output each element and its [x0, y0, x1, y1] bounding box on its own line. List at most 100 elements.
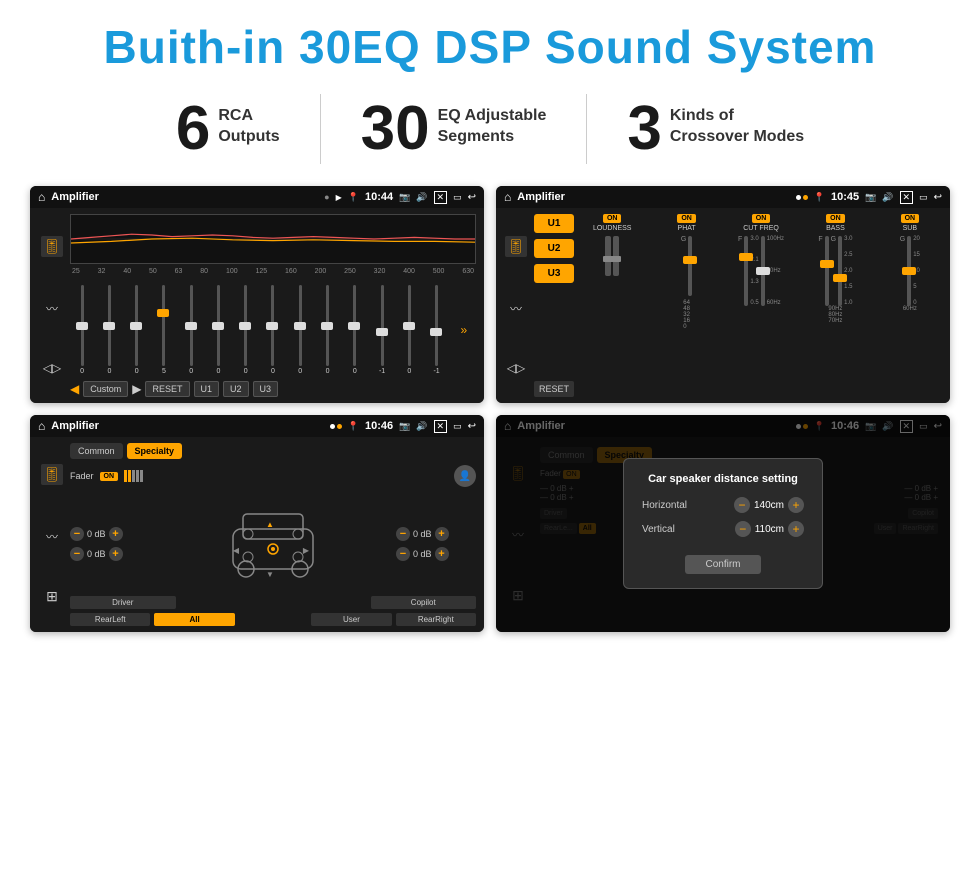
right-bot-plus[interactable]: +	[435, 547, 449, 561]
eq-track-13[interactable]	[435, 285, 438, 366]
speaker-x-icon: ✕	[434, 420, 448, 433]
eq-slider-12: 0	[397, 285, 421, 375]
driver-btn[interactable]: Driver	[70, 596, 176, 609]
eq-track-8[interactable]	[299, 285, 302, 366]
eq-x-icon: ✕	[434, 191, 448, 204]
cross-wave-icon[interactable]: 〰	[510, 300, 522, 317]
eq-track-7[interactable]	[271, 285, 274, 366]
left-top-plus[interactable]: +	[109, 527, 123, 541]
eq-track-4[interactable]	[190, 285, 193, 366]
common-tab[interactable]: Common	[70, 443, 123, 459]
eq-track-1[interactable]	[108, 285, 111, 366]
eq-slider-next: »	[452, 285, 476, 375]
left-bot-plus[interactable]: +	[109, 547, 123, 561]
freq-500: 500	[433, 268, 445, 275]
cross-back-icon: ↩	[934, 192, 942, 203]
cross-content: U1 U2 U3 RESET ON LOUDNESS	[534, 214, 944, 397]
cross-bass-area: F G 3.0 2.5	[818, 236, 852, 306]
speaker-spk-icon[interactable]: ⊞	[46, 588, 58, 605]
cross-screen-title: Amplifier	[517, 191, 790, 203]
cross-loudness-label: LOUDNESS	[593, 225, 632, 232]
eq-track-12[interactable]	[408, 285, 411, 366]
eq-track-0[interactable]	[81, 285, 84, 366]
vertical-minus-btn[interactable]: −	[735, 521, 751, 537]
speaker-wave-icon[interactable]: 〰	[46, 528, 58, 545]
eq-track-2[interactable]	[135, 285, 138, 366]
speaker-screen-wrapper: ⌂ Amplifier 📍 10:46 📷 🔊 ✕ ▭ ↩ 🎚 〰 ⊞	[30, 415, 484, 632]
eq-track-6[interactable]	[244, 285, 247, 366]
fader-on-badge[interactable]: ON	[100, 472, 119, 481]
eq-val-2: 0	[135, 368, 139, 375]
eq-speaker-icon[interactable]: ◁▷	[43, 361, 61, 375]
speaker-time: 10:46	[365, 420, 393, 432]
rearright-btn[interactable]: RearRight	[396, 613, 476, 626]
cross-phat-on[interactable]: ON	[677, 214, 696, 223]
cross-reset-btn[interactable]: RESET	[534, 381, 574, 397]
left-bot-minus[interactable]: −	[70, 547, 84, 561]
eq-next-arrows[interactable]: »	[461, 323, 468, 337]
cross-cutfreq-track2[interactable]	[761, 236, 765, 306]
cross-phat-track[interactable]	[688, 236, 692, 296]
speaker-settings-icon[interactable]: 👤	[454, 465, 476, 487]
vertical-plus-btn[interactable]: +	[788, 521, 804, 537]
specialty-tab[interactable]: Specialty	[127, 443, 183, 459]
freq-63: 63	[175, 268, 183, 275]
cross-bass-track1[interactable]	[825, 236, 829, 306]
copilot-btn[interactable]: Copilot	[371, 596, 477, 609]
user-btn[interactable]: User	[311, 613, 391, 626]
freq-400: 400	[403, 268, 415, 275]
horizontal-minus-btn[interactable]: −	[734, 497, 750, 513]
all-btn[interactable]: All	[154, 613, 234, 626]
eq-track-3[interactable]	[162, 285, 165, 366]
eq-u2-btn[interactable]: U2	[223, 381, 249, 397]
speaker-home-icon: ⌂	[38, 419, 45, 433]
eq-prev-arrow[interactable]: ◀	[70, 382, 79, 396]
eq-u1-btn[interactable]: U1	[194, 381, 220, 397]
eq-slider-5: 0	[206, 285, 230, 375]
eq-slider-4: 0	[179, 285, 203, 375]
speaker-eq-icon[interactable]: 🎚	[41, 464, 63, 485]
cross-bass-on[interactable]: ON	[826, 214, 845, 223]
left-bottom-db: − 0 dB +	[70, 547, 150, 561]
eq-val-5: 0	[217, 368, 221, 375]
eq-track-11[interactable]	[381, 285, 384, 366]
eq-u3-btn[interactable]: U3	[253, 381, 279, 397]
cross-cutfreq-area: F 3.0 2.1 1.3 0.5	[738, 236, 784, 306]
left-top-minus[interactable]: −	[70, 527, 84, 541]
eq-play-btn[interactable]: ▶	[132, 382, 141, 396]
screenshots-grid: ⌂ Amplifier ● ▶ 📍 10:44 📷 🔊 ✕ ▭ ↩ 🎚 〰 ◁▷	[30, 186, 950, 632]
cross-speaker-icon[interactable]: ◁▷	[507, 361, 525, 375]
cross-bass-track2[interactable]	[838, 236, 842, 306]
speaker-screen-title: Amplifier	[51, 420, 324, 432]
cross-sub: ON SUB G 20 15 10	[876, 214, 944, 397]
eq-track-10[interactable]	[353, 285, 356, 366]
cross-cutfreq-on[interactable]: ON	[752, 214, 771, 223]
right-top-minus[interactable]: −	[396, 527, 410, 541]
horizontal-control: − 140cm +	[734, 497, 804, 513]
cross-loudness: ON LOUDNESS	[578, 214, 646, 397]
cross-eq-icon[interactable]: 🎚	[505, 236, 527, 257]
left-bot-db-val: 0 dB	[87, 549, 106, 559]
eq-custom-btn[interactable]: Custom	[83, 381, 128, 397]
cross-sub-on[interactable]: ON	[901, 214, 920, 223]
cross-u3-btn[interactable]: U3	[534, 264, 574, 283]
cross-u2-btn[interactable]: U2	[534, 239, 574, 258]
eq-track-5[interactable]	[217, 285, 220, 366]
cross-sub-track[interactable]	[907, 236, 911, 306]
cross-u1-btn[interactable]: U1	[534, 214, 574, 233]
horizontal-plus-btn[interactable]: +	[788, 497, 804, 513]
eq-graph-area: 25 32 40 50 63 80 100 125 160 200 250 32…	[70, 214, 476, 397]
cross-cutfreq-track1[interactable]	[744, 236, 748, 306]
eq-track-9[interactable]	[326, 285, 329, 366]
right-top-plus[interactable]: +	[435, 527, 449, 541]
svg-text:▼: ▼	[266, 570, 274, 579]
eq-reset-btn[interactable]: RESET	[145, 381, 189, 397]
right-bot-minus[interactable]: −	[396, 547, 410, 561]
rearleft-btn[interactable]: RearLeft	[70, 613, 150, 626]
eq-icon-active[interactable]: 🎚	[41, 236, 63, 257]
stat-text-eq: EQ AdjustableSegments	[438, 98, 547, 148]
confirm-btn[interactable]: Confirm	[685, 555, 760, 574]
eq-wave-icon[interactable]: 〰	[46, 300, 58, 317]
cross-loudness-on[interactable]: ON	[603, 214, 622, 223]
cross-left-buttons: U1 U2 U3 RESET	[534, 214, 574, 397]
